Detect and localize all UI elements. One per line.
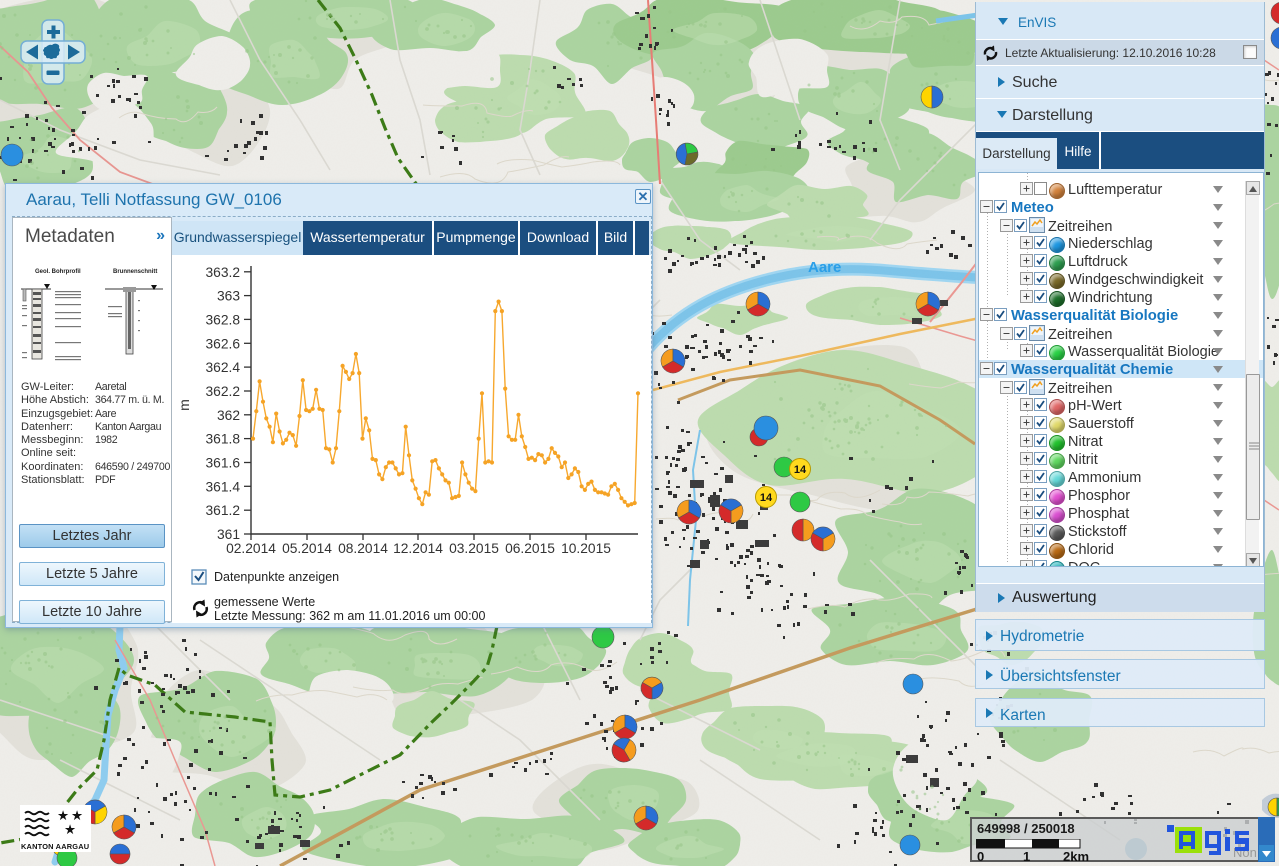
- svg-text:361.2: 361.2: [205, 503, 240, 518]
- svg-text:362.2: 362.2: [205, 384, 240, 399]
- svg-text:14: 14: [794, 464, 807, 476]
- svg-text:363: 363: [217, 289, 240, 304]
- svg-text:362.4: 362.4: [205, 360, 240, 375]
- svg-text:06.2015: 06.2015: [505, 541, 555, 556]
- svg-text:12.2014: 12.2014: [393, 541, 443, 556]
- svg-text:Geol. Bohrprofil: Geol. Bohrprofil: [35, 269, 81, 275]
- svg-text:362.6: 362.6: [205, 336, 240, 351]
- svg-text:362: 362: [217, 408, 240, 423]
- svg-text:361.4: 361.4: [205, 479, 240, 494]
- svg-text:Datenpunkte anzeigen: Datenpunkte anzeigen: [214, 570, 339, 584]
- svg-text:★: ★: [71, 808, 83, 823]
- svg-text:Brunnenschnitt: Brunnenschnitt: [113, 269, 157, 275]
- svg-text:m: m: [176, 399, 192, 411]
- svg-text:361: 361: [217, 527, 240, 542]
- svg-text:361.8: 361.8: [205, 432, 240, 447]
- svg-text:05.2014: 05.2014: [282, 541, 332, 556]
- svg-text:14: 14: [760, 492, 773, 504]
- svg-text:08.2014: 08.2014: [338, 541, 388, 556]
- svg-text:★: ★: [57, 808, 69, 823]
- svg-text:Aare: Aare: [808, 259, 841, 276]
- svg-text:02.2014: 02.2014: [226, 541, 276, 556]
- svg-text:361.6: 361.6: [205, 456, 240, 471]
- svg-text:362.8: 362.8: [205, 312, 240, 327]
- svg-text:★: ★: [64, 822, 76, 837]
- svg-text:10.2015: 10.2015: [561, 541, 611, 556]
- svg-text:363.2: 363.2: [205, 265, 240, 280]
- svg-text:gemessene Werte: gemessene Werte: [214, 595, 315, 609]
- svg-text:Letzte Messung: 362 m am 11.01: Letzte Messung: 362 m am 11.01.2016 um 0…: [214, 609, 486, 623]
- svg-text:03.2015: 03.2015: [449, 541, 499, 556]
